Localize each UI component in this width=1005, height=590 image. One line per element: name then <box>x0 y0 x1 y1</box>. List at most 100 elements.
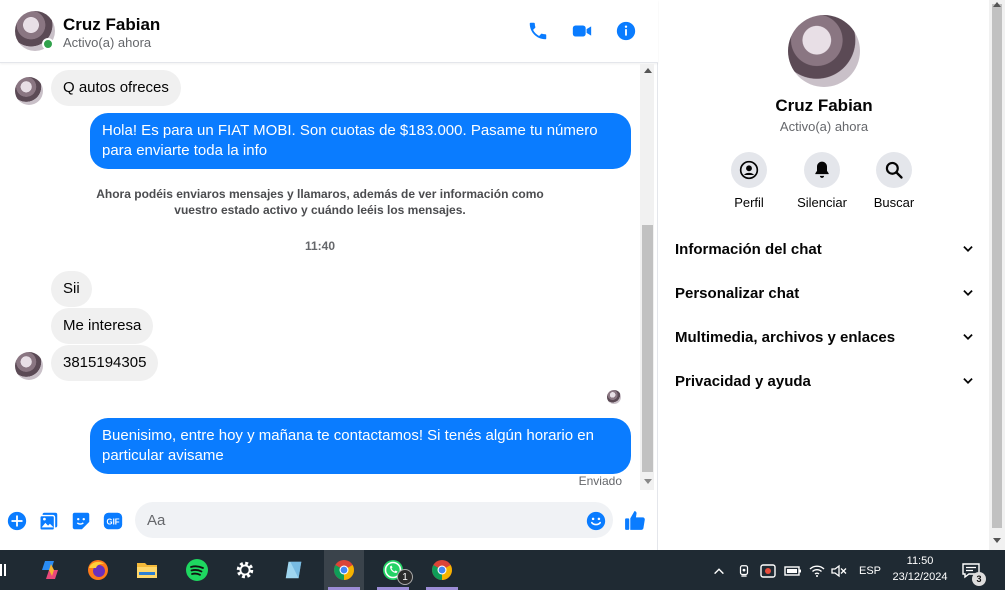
copilot-icon <box>42 561 58 579</box>
search-button-circle <box>876 152 912 188</box>
info-icon[interactable] <box>615 20 637 42</box>
spotify-icon <box>186 559 208 581</box>
taskbar-copilot[interactable] <box>30 550 70 590</box>
profile-status: Activo(a) ahora <box>779 119 869 134</box>
clock-time: 11:50 <box>906 555 934 567</box>
window-scroll-down-icon[interactable] <box>993 538 1001 543</box>
mute-button-label: Silenciar <box>797 195 847 210</box>
image-gallery-icon[interactable] <box>38 510 60 532</box>
window-scroll-up-icon[interactable] <box>993 2 1001 7</box>
window-scrollbar-thumb[interactable] <box>992 4 1002 528</box>
contact-status: Activo(a) ahora <box>63 35 152 50</box>
chat-pane: Cruz Fabian Activo(a) ahora Q autos ofre… <box>0 0 658 550</box>
mute-button-circle <box>804 152 840 188</box>
tray-overflow-button[interactable] <box>712 560 726 582</box>
chevron-down-icon <box>963 334 973 340</box>
taskbar-file-explorer[interactable] <box>127 550 167 590</box>
taskbar-spotify[interactable] <box>177 550 217 590</box>
notification-count-badge: 3 <box>972 572 986 586</box>
chat-header: Cruz Fabian Activo(a) ahora <box>0 0 658 63</box>
windows-taskbar <box>0 550 1005 590</box>
section-chat-info[interactable]: Información del chat <box>675 231 975 267</box>
sticker-icon[interactable] <box>70 510 92 532</box>
taskbar-chrome-profile[interactable] <box>422 550 462 590</box>
scroll-down-arrow-icon[interactable] <box>644 479 652 484</box>
firefox-icon <box>88 560 108 580</box>
app-status-icon <box>760 564 776 578</box>
profile-button-circle <box>731 152 767 188</box>
chrome-icon <box>334 560 354 580</box>
clock-date: 23/12/2024 <box>892 571 948 583</box>
emoji-icon[interactable] <box>586 511 606 531</box>
system-notice: Ahora podéis enviaros mensajes y llamaro… <box>96 187 544 217</box>
phone-call-icon[interactable] <box>527 20 549 42</box>
search-button[interactable]: Buscar <box>854 152 934 210</box>
message-outgoing[interactable]: Hola! Es para un FIAT MOBI. Son cuotas d… <box>90 113 631 169</box>
taskbar-firefox[interactable] <box>78 550 118 590</box>
chevron-down-icon <box>963 378 973 384</box>
gif-icon[interactable]: GIF <box>102 510 124 532</box>
section-label: Información del chat <box>675 240 822 258</box>
message-incoming[interactable]: Me interesa <box>51 308 154 344</box>
message-input[interactable] <box>135 502 613 538</box>
online-indicator <box>42 38 54 50</box>
tray-wifi[interactable] <box>809 560 825 582</box>
message-outgoing[interactable]: Buenisimo, entre hoy y mañana te contact… <box>90 418 631 474</box>
profile-button[interactable]: Perfil <box>709 152 789 210</box>
chevron-up-icon <box>714 568 724 575</box>
taskbar-notes-app[interactable] <box>274 550 314 590</box>
tray-meet-now[interactable] <box>737 560 751 582</box>
search-icon <box>885 161 903 179</box>
message-scrollbar-thumb[interactable] <box>642 225 653 472</box>
sender-avatar[interactable] <box>15 77 43 105</box>
language-indicator: ESP <box>859 565 882 577</box>
message-list: Q autos ofreces Hola! Es para un FIAT MO… <box>0 64 640 490</box>
message-incoming[interactable]: Q autos ofreces <box>51 70 181 106</box>
seen-receipt-avatar <box>607 390 621 404</box>
plus-icon[interactable] <box>6 510 28 532</box>
taskbar-settings[interactable] <box>225 550 265 590</box>
profile-avatar[interactable] <box>788 15 860 87</box>
sender-avatar[interactable] <box>15 352 43 380</box>
wifi-icon <box>809 565 825 577</box>
section-media-files-links[interactable]: Multimedia, archivos y enlaces <box>675 319 975 355</box>
section-privacy-help[interactable]: Privacidad y ayuda <box>675 363 975 399</box>
whatsapp-unread-badge: 1 <box>397 569 413 585</box>
delivery-status: Enviado <box>578 474 622 488</box>
chrome-icon <box>432 560 452 580</box>
chevron-down-icon <box>963 290 973 296</box>
profile-icon <box>739 160 759 180</box>
taskbar-chrome-active[interactable] <box>324 550 364 590</box>
section-label: Privacidad y ayuda <box>675 372 811 390</box>
composer: GIF <box>0 495 658 550</box>
taskbar-task-view[interactable] <box>0 550 18 590</box>
chevron-down-icon <box>963 246 973 252</box>
folder-icon <box>137 563 157 578</box>
contact-name[interactable]: Cruz Fabian <box>63 15 160 35</box>
tray-battery[interactable] <box>784 560 802 582</box>
bell-icon <box>815 161 829 178</box>
notes-app-icon <box>285 561 302 579</box>
gear-icon <box>236 561 254 579</box>
tray-app-status[interactable] <box>760 560 776 582</box>
section-label: Multimedia, archivos y enlaces <box>675 328 896 346</box>
svg-text:GIF: GIF <box>107 518 120 527</box>
video-call-icon[interactable] <box>571 20 593 42</box>
task-view-icon <box>0 564 6 576</box>
thumbs-up-icon[interactable] <box>623 508 648 533</box>
section-customize-chat[interactable]: Personalizar chat <box>675 275 975 311</box>
message-incoming[interactable]: Sii <box>51 271 92 307</box>
mute-button[interactable]: Silenciar <box>782 152 862 210</box>
tray-volume[interactable] <box>831 560 847 582</box>
tray-language[interactable]: ESP <box>859 560 881 582</box>
search-button-label: Buscar <box>873 195 915 210</box>
webcam-icon <box>739 565 749 577</box>
profile-button-label: Perfil <box>734 195 764 210</box>
scroll-up-arrow-icon[interactable] <box>644 68 652 73</box>
conversation-info-panel: Cruz Fabian Activo(a) ahora Perfil Silen… <box>659 0 989 550</box>
taskbar-clock[interactable]: 11:50 23/12/2024 <box>882 553 958 585</box>
profile-name: Cruz Fabian <box>775 96 873 115</box>
section-label: Personalizar chat <box>675 284 800 302</box>
volume-muted-icon <box>831 564 847 578</box>
message-incoming[interactable]: 3815194305 <box>51 345 159 381</box>
